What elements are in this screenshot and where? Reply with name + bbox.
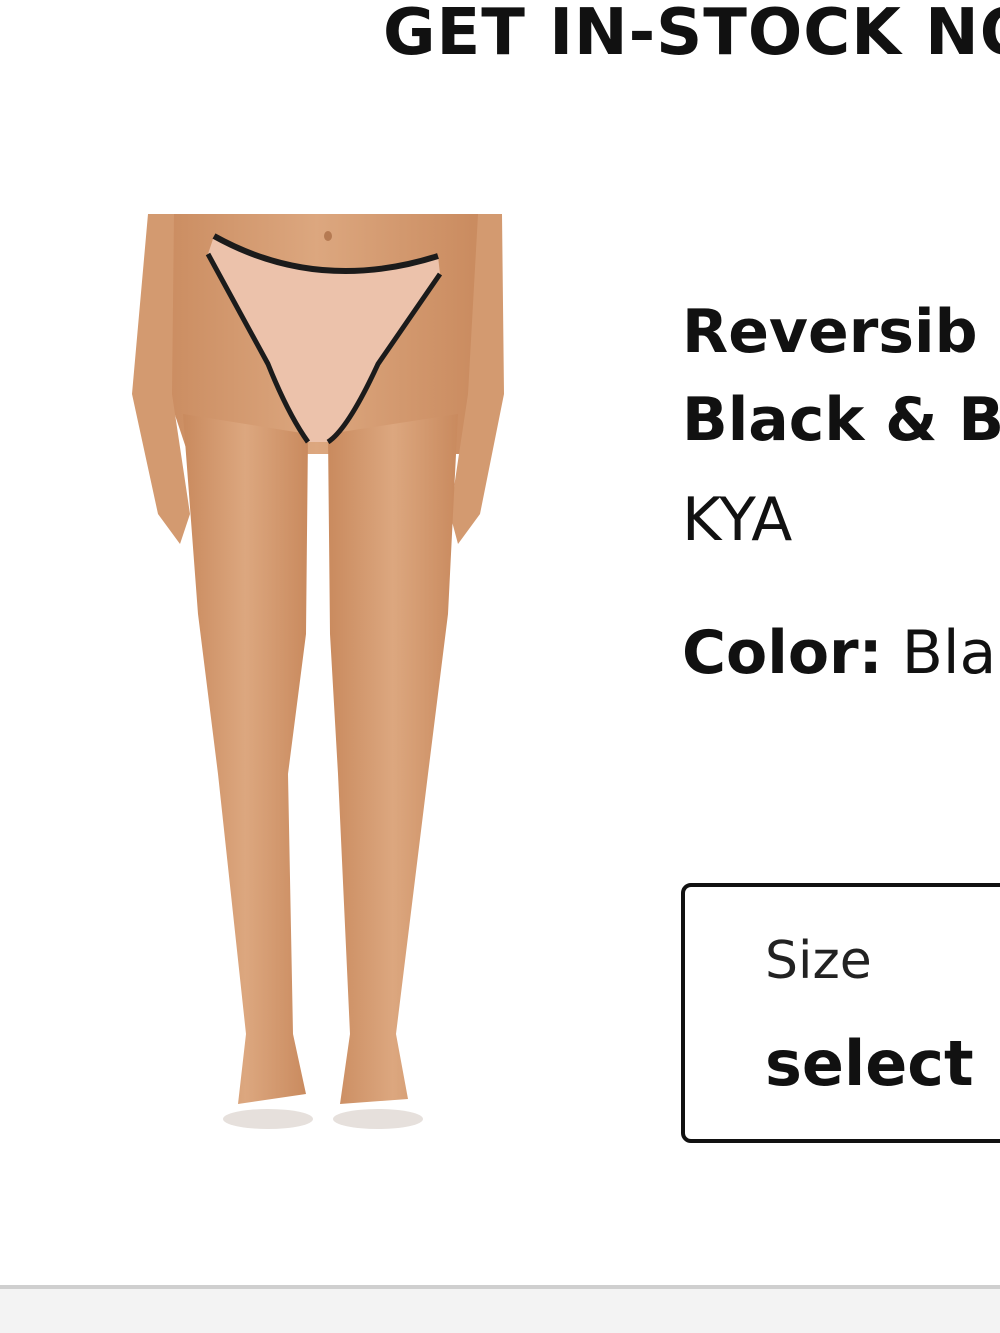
notify-modal-page: GET IN-STOCK NO Reversib Black & B KYA C… — [0, 0, 1000, 1333]
modal-title: GET IN-STOCK NO — [383, 0, 1000, 70]
brand-name: KYA — [682, 485, 793, 555]
bottom-bar — [0, 1289, 1000, 1333]
color-label: Color: — [682, 618, 883, 688]
product-name-line-2: Black & B — [682, 385, 1000, 455]
size-label: Size — [765, 931, 872, 991]
size-value: select — [765, 1027, 974, 1100]
size-select[interactable]: Size select — [681, 883, 1000, 1143]
color-value: Bla — [901, 618, 997, 688]
product-name: Reversib Black & B — [682, 288, 1000, 464]
product-image — [132, 214, 504, 1129]
product-name-line-1: Reversib — [682, 297, 978, 367]
color-row: Color: Bla — [682, 618, 996, 688]
